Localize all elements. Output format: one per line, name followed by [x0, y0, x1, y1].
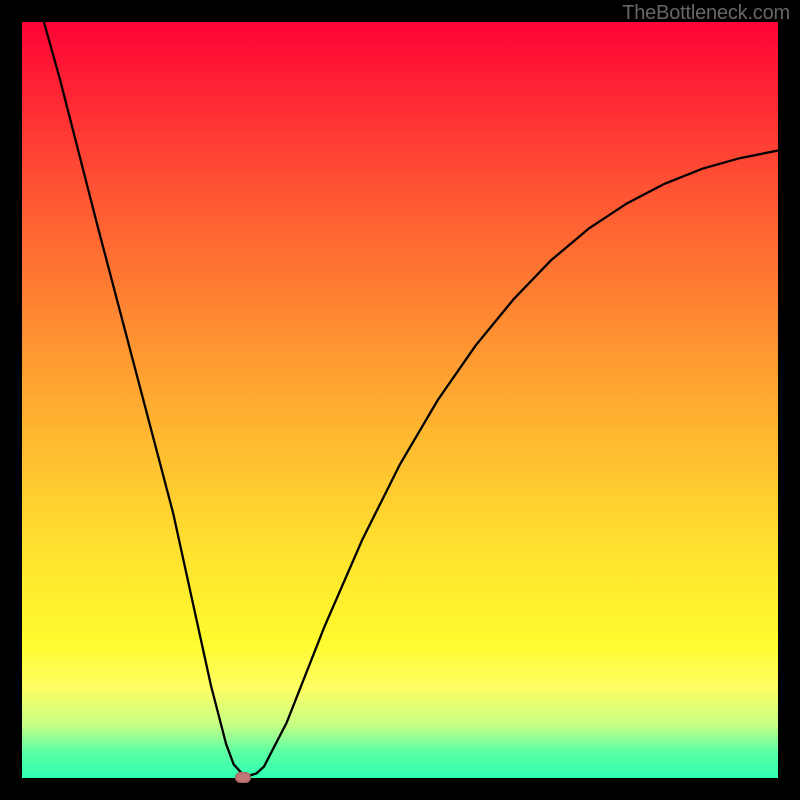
- plot-area: [22, 22, 778, 778]
- plot-background: [22, 22, 778, 778]
- plot-svg: [22, 22, 778, 778]
- optimal-point-marker: [235, 772, 251, 783]
- chart-frame: TheBottleneck.com: [0, 0, 800, 800]
